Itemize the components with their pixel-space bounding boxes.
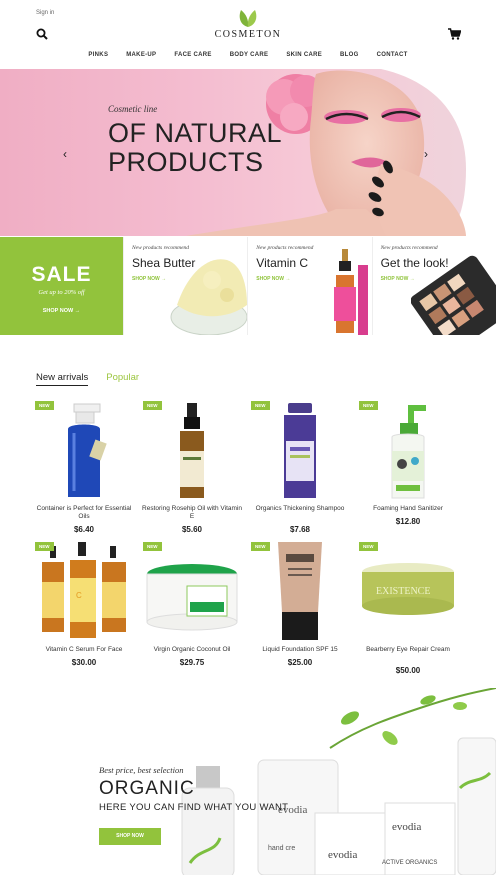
product-card[interactable]: NEW Liquid Foundation SPF 15 $25.00 xyxy=(250,542,350,680)
new-badge: NEW xyxy=(143,401,162,410)
product-name[interactable]: Liquid Foundation SPF 15 xyxy=(250,646,350,654)
nav-pinks[interactable]: PINKS xyxy=(79,52,117,58)
vitamin-c-bottle-image xyxy=(333,249,368,335)
promo-card-shop-link[interactable]: SHOP NOW → xyxy=(132,276,166,282)
product-price: $50.00 xyxy=(395,666,421,675)
product-name[interactable]: Vitamin C Serum For Face xyxy=(34,646,134,654)
main-nav: PINKS MAKE-UP FACE CARE BODY CARE SKIN C… xyxy=(0,52,496,58)
organic-title: ORGANIC xyxy=(99,778,195,799)
promo-row: SALE Get up to 20% off SHOP NOW → New pr… xyxy=(0,237,496,335)
product-name[interactable]: Container is Perfect for Essential Oils xyxy=(34,505,134,521)
promo-card-name: Vitamin C xyxy=(256,256,309,270)
product-card[interactable]: NEW Restoring Rosehip Oil with Vitamin E… xyxy=(142,401,242,539)
product-name[interactable]: Organics Thickening Shampoo xyxy=(250,505,350,513)
product-name[interactable]: Restoring Rosehip Oil with Vitamin E xyxy=(142,505,242,521)
product-card[interactable]: NEW EXISTENCE Bearberry Eye Repair Cream… xyxy=(358,542,458,680)
hero-subtitle: Cosmetic line xyxy=(108,104,158,114)
new-badge: NEW xyxy=(35,542,54,551)
promo-card-shop-link[interactable]: SHOP NOW → xyxy=(381,276,415,282)
new-badge: NEW xyxy=(359,401,378,410)
hero-prev-arrow[interactable]: ‹ xyxy=(63,147,67,161)
product-price: $25.00 xyxy=(287,658,313,667)
promo-card-get-the-look[interactable]: New products recommend Get the look! SHO… xyxy=(371,237,496,335)
product-label: hand cre xyxy=(268,845,295,852)
product-image xyxy=(180,403,204,498)
product-image xyxy=(146,564,238,631)
organic-products-image: evodia hand cre evodia evodia ACTIVE ORG… xyxy=(181,688,496,875)
promo-card-shop-link[interactable]: SHOP NOW → xyxy=(256,276,290,282)
product-card[interactable]: NEW Container is Perfect for Essential O… xyxy=(34,401,134,539)
product-label: evodia xyxy=(392,821,421,833)
tab-new-arrivals[interactable]: New arrivals xyxy=(36,372,89,386)
product-image: EXISTENCE xyxy=(362,563,454,615)
nav-body-care[interactable]: BODY CARE xyxy=(221,52,278,58)
product-price: $30.00 xyxy=(71,658,97,667)
organic-shop-now-button[interactable]: SHOP NOW xyxy=(99,828,161,845)
product-card[interactable]: NEW Organics Thickening Shampoo $7.68 xyxy=(250,401,350,539)
leaf-logo-icon xyxy=(239,10,257,27)
product-label: evodia xyxy=(328,849,357,861)
product-name[interactable]: Virgin Organic Coconut Oil xyxy=(142,646,242,654)
nav-make-up[interactable]: MAKE-UP xyxy=(117,52,165,58)
product-price: $29.75 xyxy=(179,658,205,667)
promo-card-vitamin-c[interactable]: New products recommend Vitamin C SHOP NO… xyxy=(247,237,372,335)
product-name[interactable]: Foaming Hand Sanitizer xyxy=(358,505,458,513)
product-image xyxy=(284,403,316,498)
product-price: $6.40 xyxy=(73,525,95,534)
svg-text:C: C xyxy=(76,591,82,600)
sale-subtitle: Get up to 20% off xyxy=(38,289,85,296)
nav-blog[interactable]: BLOG xyxy=(331,52,368,58)
product-label: ACTIVE ORGANICS xyxy=(382,860,437,866)
product-price: $12.80 xyxy=(395,517,421,526)
new-badge: NEW xyxy=(35,401,54,410)
hero-slider: Cosmetic line OF NATURAL PRODUCTS ‹ › xyxy=(0,69,496,236)
sale-title: SALE xyxy=(31,263,92,286)
svg-text:EXISTENCE: EXISTENCE xyxy=(376,586,430,597)
organic-subtitle: Best price, best selection xyxy=(99,765,184,775)
product-price: $7.68 xyxy=(289,525,311,534)
nav-skin-care[interactable]: SKIN CARE xyxy=(277,52,331,58)
product-image xyxy=(68,403,107,497)
product-image xyxy=(391,405,426,499)
promo-card-pre: New products recommend xyxy=(380,245,438,251)
hero-title: OF NATURAL PRODUCTS xyxy=(108,118,283,177)
organic-banner: evodia hand cre evodia evodia ACTIVE ORG… xyxy=(0,688,496,875)
product-tabs: New arrivals Popular xyxy=(36,372,139,386)
product-image xyxy=(278,542,322,640)
nav-contact[interactable]: CONTACT xyxy=(368,52,417,58)
product-name[interactable]: Bearberry Eye Repair Cream xyxy=(358,646,458,654)
product-card[interactable]: NEW Virgin Organic Coconut Oil $29.75 xyxy=(142,542,242,680)
product-card[interactable]: NEW Foaming Hand Sanitizer $12.80 xyxy=(358,401,458,539)
product-price: $5.60 xyxy=(181,525,203,534)
promo-card-name: Shea Butter xyxy=(132,256,196,270)
product-image: C xyxy=(42,542,126,638)
nav-face-care[interactable]: FACE CARE xyxy=(165,52,220,58)
new-badge: NEW xyxy=(143,542,162,551)
organic-description: HERE YOU CAN FIND WHAT YOU WANT xyxy=(99,802,289,813)
logo[interactable]: COSMETON xyxy=(0,8,496,40)
new-badge: NEW xyxy=(251,401,270,410)
hero-next-arrow[interactable]: › xyxy=(424,147,428,161)
promo-card-pre: New products recommend xyxy=(256,245,314,251)
product-card[interactable]: NEW C Vitamin C Serum For Face $30.00 xyxy=(34,542,134,680)
tab-popular[interactable]: Popular xyxy=(106,372,139,386)
new-badge: NEW xyxy=(251,542,270,551)
promo-card-pre: New products recommend xyxy=(132,245,190,251)
promo-card-name: Get the look! xyxy=(380,256,449,270)
new-badge: NEW xyxy=(359,542,378,551)
cart-icon[interactable] xyxy=(448,28,461,40)
sale-banner[interactable]: SALE Get up to 20% off SHOP NOW → xyxy=(0,237,123,335)
promo-card-shea-butter[interactable]: New products recommend Shea Butter SHOP … xyxy=(123,237,248,335)
sale-shop-now-button[interactable]: SHOP NOW → xyxy=(43,308,81,314)
logo-text: COSMETON xyxy=(214,29,282,40)
